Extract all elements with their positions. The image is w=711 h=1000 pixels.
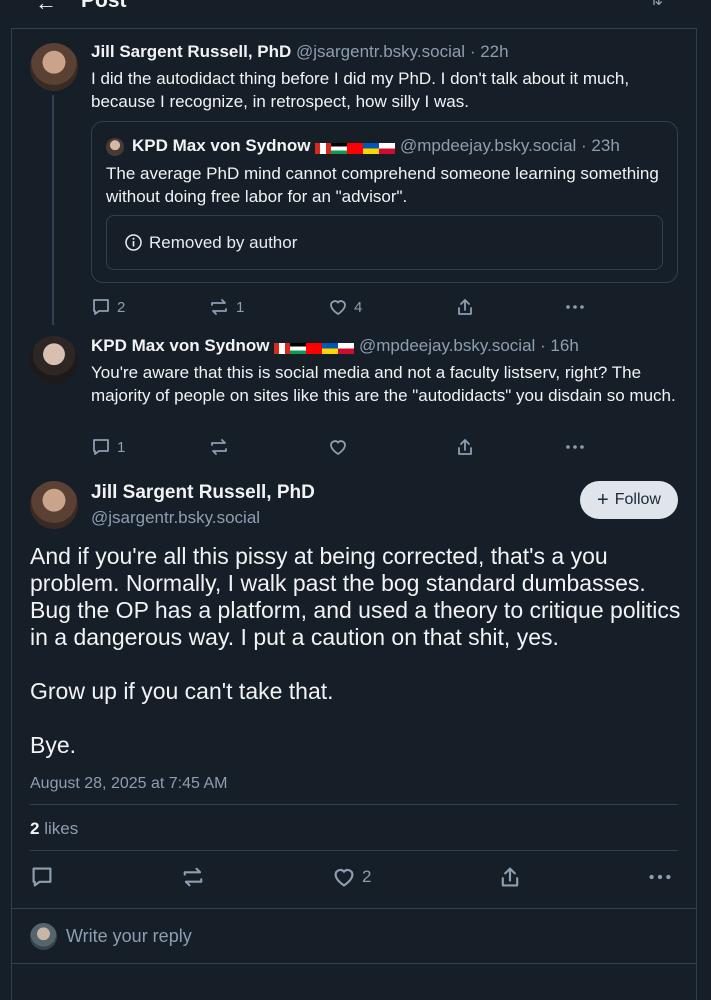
author-handle: @mpdeejay.bsky.social bbox=[400, 136, 577, 155]
share-icon bbox=[458, 299, 472, 315]
like-count: 2 bbox=[362, 867, 372, 886]
reply-button[interactable]: 1 bbox=[91, 437, 125, 457]
author-name[interactable]: KPD Max von Sydnow bbox=[91, 336, 270, 355]
info-icon bbox=[125, 234, 142, 256]
removed-embed: Removed by author bbox=[106, 215, 663, 270]
divider bbox=[30, 804, 678, 805]
reply-icon bbox=[93, 299, 109, 315]
follow-button[interactable]: + Follow bbox=[580, 481, 678, 519]
heart-icon bbox=[330, 300, 346, 316]
paragraph: Grow up if you can't take that. bbox=[30, 678, 334, 704]
avatar[interactable] bbox=[30, 336, 78, 384]
author-handle[interactable]: @jsargentr.bsky.social bbox=[296, 42, 465, 61]
share-button[interactable] bbox=[455, 297, 475, 317]
author-name[interactable]: Jill Sargent Russell, PhD bbox=[91, 482, 315, 504]
focus-post-text: And if you're all this pissy at being co… bbox=[30, 543, 690, 759]
ellipsis-icon bbox=[649, 874, 671, 880]
likes-label: likes bbox=[39, 819, 79, 838]
more-options-button[interactable] bbox=[565, 437, 585, 457]
post-header: Jill Sargent Russell, PhD @jsargentr.bsk… bbox=[91, 42, 509, 62]
post-text: I did the autodidact thing before I did … bbox=[91, 69, 630, 111]
author-name[interactable]: Jill Sargent Russell, PhD bbox=[91, 42, 291, 61]
page-title: Post bbox=[81, 0, 127, 12]
post-actions: 2 1 4 bbox=[91, 297, 591, 319]
post-header: KPD Max von Sydnow @mpdeejay.bsky.social… bbox=[91, 336, 579, 358]
avatar[interactable] bbox=[30, 43, 78, 91]
focus-post-actions: 2 bbox=[30, 865, 680, 893]
reply-icon bbox=[32, 867, 52, 887]
paragraph: Bye. bbox=[30, 732, 77, 758]
repost-icon bbox=[211, 299, 227, 315]
reply-count: 1 bbox=[117, 438, 126, 456]
like-button[interactable] bbox=[328, 437, 348, 457]
heart-icon bbox=[334, 868, 354, 887]
share-button[interactable] bbox=[455, 437, 475, 457]
plus-icon: + bbox=[597, 489, 609, 511]
quote-text: The average PhD mind cannot comprehend s… bbox=[106, 164, 659, 206]
flag-emojis bbox=[315, 138, 396, 158]
author-name-text: Jill Sargent Russell, PhD bbox=[91, 482, 315, 503]
like-count: 4 bbox=[354, 298, 363, 316]
author-handle[interactable]: @mpdeejay.bsky.social bbox=[359, 336, 535, 355]
divider bbox=[30, 850, 678, 851]
reply-button[interactable] bbox=[30, 865, 54, 889]
share-icon bbox=[458, 439, 472, 455]
repost-button[interactable] bbox=[180, 865, 206, 889]
ellipsis-icon bbox=[566, 305, 584, 309]
post-time[interactable]: · 16h bbox=[540, 336, 579, 355]
reply-count: 2 bbox=[117, 298, 126, 316]
arrow-left-icon[interactable]: ← bbox=[35, 0, 57, 16]
sliders-icon[interactable]: ⇅ bbox=[650, 0, 663, 10]
like-button[interactable]: 4 bbox=[328, 297, 362, 317]
post-time[interactable]: · 22h bbox=[470, 42, 509, 61]
more-options-button[interactable] bbox=[565, 297, 585, 317]
repost-icon bbox=[211, 439, 227, 455]
author-handle[interactable]: @jsargentr.bsky.social bbox=[91, 508, 260, 528]
quote-header: KPD Max von Sydnow @mpdeejay.bsky.social… bbox=[132, 136, 620, 158]
more-options-button[interactable] bbox=[648, 865, 672, 889]
likes-summary[interactable]: 2 likes bbox=[30, 819, 78, 839]
ellipsis-icon bbox=[566, 445, 584, 449]
reply-icon bbox=[93, 439, 109, 455]
like-button[interactable]: 2 bbox=[332, 865, 371, 889]
top-header: ← Post ⇅ bbox=[11, 0, 697, 29]
repost-button[interactable] bbox=[208, 437, 230, 457]
paragraph: And if you're all this pissy at being co… bbox=[30, 543, 681, 650]
avatar[interactable] bbox=[30, 481, 78, 529]
thread-connector bbox=[52, 95, 54, 325]
share-button[interactable] bbox=[498, 865, 522, 889]
repost-button[interactable]: 1 bbox=[208, 297, 244, 317]
author-name: KPD Max von Sydnow bbox=[132, 136, 311, 155]
reply-placeholder[interactable]: Write your reply bbox=[66, 926, 192, 947]
quoted-post[interactable]: KPD Max von Sydnow @mpdeejay.bsky.social… bbox=[91, 121, 678, 283]
avatar bbox=[30, 923, 57, 950]
repost-count: 1 bbox=[236, 298, 245, 316]
reply-button[interactable]: 2 bbox=[91, 297, 125, 317]
flag-emojis bbox=[274, 338, 355, 358]
share-icon bbox=[501, 867, 519, 887]
post-timestamp[interactable]: August 28, 2025 at 7:45 AM bbox=[30, 775, 227, 793]
post-text: You're aware that this is social media a… bbox=[91, 363, 676, 405]
removed-label: Removed by author bbox=[149, 233, 298, 252]
post-time: · 23h bbox=[581, 136, 620, 155]
repost-icon bbox=[183, 867, 203, 887]
heart-icon bbox=[330, 440, 346, 456]
follow-label: Follow bbox=[614, 491, 661, 508]
post-actions: 1 bbox=[91, 437, 591, 459]
reply-composer[interactable]: Write your reply bbox=[11, 908, 697, 964]
avatar bbox=[106, 138, 124, 156]
